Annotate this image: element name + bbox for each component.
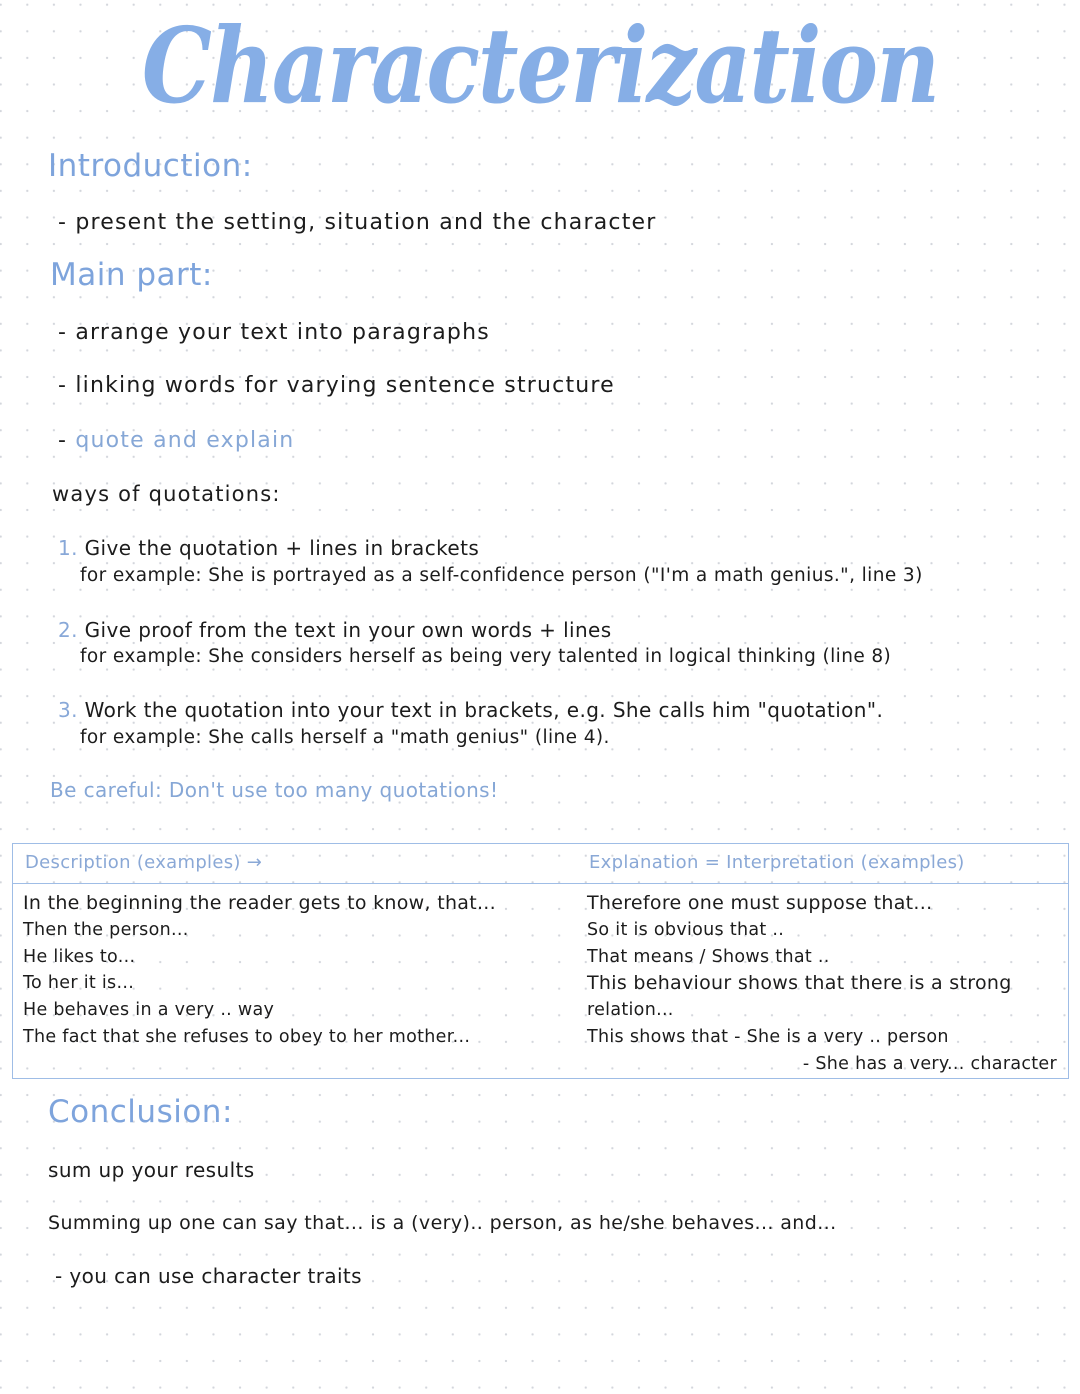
warning-note: Be careful: Don't use too many quotation… [50,778,499,802]
examples-table: Description (examples) → Explanation = I… [12,843,1069,1079]
quote-and-explain-text: quote and explain [75,428,295,453]
description-row: To her it is... [23,973,135,994]
main-part-highlight-point: - quote and explain [58,428,294,453]
table-header-row: Description (examples) → Explanation = I… [13,844,1068,884]
way-example-1: for example: She is portrayed as a self-… [80,565,923,586]
explanation-row: So it is obvious that .. [587,919,785,940]
description-header: Description (examples) → [25,852,263,873]
explanation-row: Therefore one must suppose that... [587,892,933,914]
way-example-2: for example: She considers herself as be… [80,646,892,667]
explanation-column: Therefore one must suppose that... So it… [587,890,1057,1078]
ways-of-quotations-heading: ways of quotations: [52,482,281,506]
description-row: He behaves in a very .. way [23,1000,275,1021]
way-text: Work the quotation into your text in bra… [84,698,884,722]
page-title: Characterization [141,4,940,127]
way-number: 1. [58,536,78,560]
description-row: The fact that she refuses to obey to her… [23,1026,471,1047]
way-number: 3. [58,698,78,722]
explanation-row: This shows that - She is a very .. perso… [587,1026,949,1047]
explanation-row: relation... [587,1000,674,1021]
conclusion-point: sum up your results [48,1158,255,1182]
description-row: In the beginning the reader gets to know… [23,892,496,914]
notebook-page: { "title": "Characterization", "introduc… [0,0,1080,1394]
conclusion-heading: Conclusion: [48,1094,233,1130]
description-row: He likes to... [23,946,136,967]
dash: - [58,428,68,453]
introduction-heading: Introduction: [48,148,253,184]
way-item-1: 1. Give the quotation + lines in bracket… [58,536,479,560]
description-column: In the beginning the reader gets to know… [23,890,496,1051]
explanation-row: That means / Shows that .. [587,946,830,967]
way-example-3: for example: She calls herself a "math g… [80,727,610,748]
description-row: Then the person... [23,919,189,940]
way-item-3: 3. Work the quotation into your text in … [58,698,883,722]
explanation-row: - She has a very... character [802,1053,1057,1074]
main-part-point: - linking words for varying sentence str… [58,373,615,398]
way-text: Give proof from the text in your own wor… [84,618,612,642]
main-part-heading: Main part: [50,257,213,293]
conclusion-point: Summing up one can say that... is a (ver… [48,1212,837,1234]
way-text: Give the quotation + lines in brackets [84,536,480,560]
way-item-2: 2. Give proof from the text in your own … [58,618,612,642]
main-part-point: - arrange your text into paragraphs [58,320,490,345]
explanation-header: Explanation = Interpretation (examples) [589,852,965,873]
introduction-point: - present the setting, situation and the… [58,210,657,235]
explanation-row: This behaviour shows that there is a str… [587,972,1012,995]
conclusion-point: - you can use character traits [55,1264,362,1288]
way-number: 2. [58,618,78,642]
